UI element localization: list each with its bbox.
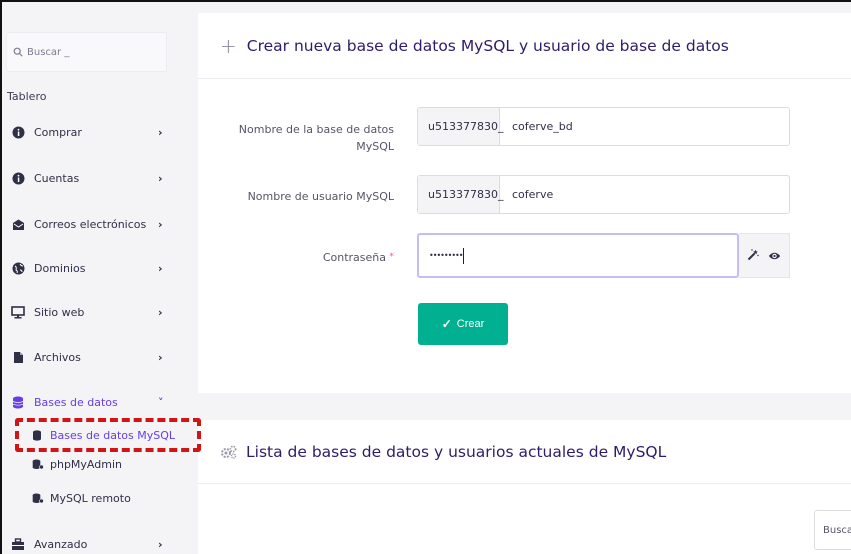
password-input[interactable]: ••••••••• — [417, 233, 739, 278]
database-list-header[interactable]: Lista de bases de datos y usuarios actua… — [198, 420, 851, 484]
create-button[interactable]: ✓ Crear — [418, 303, 508, 345]
sidebar-search-placeholder: Buscar _ — [27, 46, 70, 58]
chevron-right-icon: › — [158, 350, 163, 364]
eye-icon[interactable] — [768, 246, 781, 265]
sidebar: Buscar _ Tablero Comprar › Cuentas › Cor… — [0, 0, 188, 554]
sidebar-item-avanzado[interactable]: Avanzado › — [11, 534, 171, 554]
info-icon — [11, 171, 25, 185]
sidebar-item-label: Archivos — [34, 350, 81, 364]
globe-icon — [11, 261, 25, 275]
monitor-icon — [11, 305, 25, 319]
database-list-search-placeholder: Busca — [823, 524, 851, 536]
chevron-right-icon: › — [158, 171, 163, 185]
create-database-title: Crear nueva base de datos MySQL y usuari… — [246, 36, 729, 55]
sidebar-subitem-mysql-remoto[interactable]: MySQL remoto — [32, 489, 131, 507]
main-content: + Crear nueva base de datos MySQL y usua… — [198, 0, 851, 554]
db-user-label: Nombre de usuario MySQL — [247, 190, 394, 203]
chevron-down-icon: ˅ — [158, 395, 164, 409]
create-database-header[interactable]: + Crear nueva base de datos MySQL y usua… — [198, 13, 851, 79]
highlight-annotation — [15, 418, 201, 452]
sidebar-search-input[interactable]: Buscar _ — [6, 32, 167, 72]
create-database-card: + Crear nueva base de datos MySQL y usua… — [198, 13, 851, 393]
sidebar-item-label: Cuentas — [34, 171, 80, 185]
mail-icon — [11, 217, 25, 231]
sidebar-subitem-label: phpMyAdmin — [50, 457, 122, 471]
database-list-card: Lista de bases de datos y usuarios actua… — [198, 420, 851, 554]
db-user-field: u513377830_ coferve — [417, 175, 790, 214]
password-value: ••••••••• — [429, 251, 463, 260]
sidebar-subitem-phpmyadmin[interactable]: phpMyAdmin — [32, 455, 122, 473]
db-user-prefix: u513377830_ — [418, 176, 503, 213]
chevron-right-icon: › — [158, 305, 163, 319]
sidebar-item-bases-de-datos[interactable]: Bases de datos ˅ — [11, 392, 171, 412]
chevron-right-icon: › — [158, 537, 163, 551]
sidebar-item-dominios[interactable]: Dominios › — [11, 258, 171, 278]
chevron-right-icon: › — [158, 125, 163, 139]
database-list-title: Lista de bases de datos y usuarios actua… — [246, 442, 667, 461]
db-name-label: Nombre de la base de datos MySQL — [238, 123, 394, 153]
sidebar-item-label: Dominios — [34, 261, 86, 275]
search-icon — [13, 47, 23, 57]
db-name-field: u513377830_ coferve_bd — [417, 107, 790, 146]
info-icon — [11, 125, 25, 139]
plus-icon: + — [220, 33, 237, 58]
sidebar-item-label: Correos electrónicos — [34, 217, 147, 231]
toolbox-icon — [11, 537, 25, 551]
sidebar-section-tablero[interactable]: Tablero — [7, 90, 46, 103]
password-actions — [739, 233, 790, 278]
password-label-text: Contraseña — [322, 251, 386, 264]
file-icon — [11, 350, 25, 364]
sidebar-item-correos[interactable]: Correos electrónicos › — [11, 214, 171, 234]
sidebar-item-label: Comprar — [34, 125, 82, 139]
text-caret — [463, 247, 465, 264]
gears-icon — [221, 445, 237, 459]
sidebar-item-comprar[interactable]: Comprar › — [11, 122, 171, 142]
database-icon — [11, 395, 25, 409]
sidebar-item-archivos[interactable]: Archivos › — [11, 347, 171, 367]
sidebar-item-sitio-web[interactable]: Sitio web › — [11, 302, 171, 322]
database-gear-icon — [32, 492, 44, 504]
chevron-right-icon: › — [158, 217, 163, 231]
db-name-prefix: u513377830_ — [418, 108, 503, 145]
required-marker: * — [389, 252, 395, 262]
chevron-right-icon: › — [158, 261, 163, 275]
db-user-input[interactable]: coferve — [500, 188, 553, 201]
sidebar-subitem-label: MySQL remoto — [50, 491, 131, 505]
sidebar-item-cuentas[interactable]: Cuentas › — [11, 168, 171, 188]
sidebar-item-label: Bases de datos — [34, 395, 118, 409]
password-label: Contraseña * — [323, 249, 394, 266]
sidebar-item-label: Sitio web — [34, 305, 85, 319]
check-icon: ✓ — [441, 317, 452, 331]
sidebar-item-label: Avanzado — [34, 537, 88, 551]
database-list-search-input[interactable]: Busca — [814, 510, 851, 550]
create-button-label: Crear — [456, 318, 485, 330]
magic-wand-icon[interactable] — [747, 246, 759, 265]
db-name-input[interactable]: coferve_bd — [500, 120, 573, 133]
database-gear-icon — [32, 458, 44, 470]
